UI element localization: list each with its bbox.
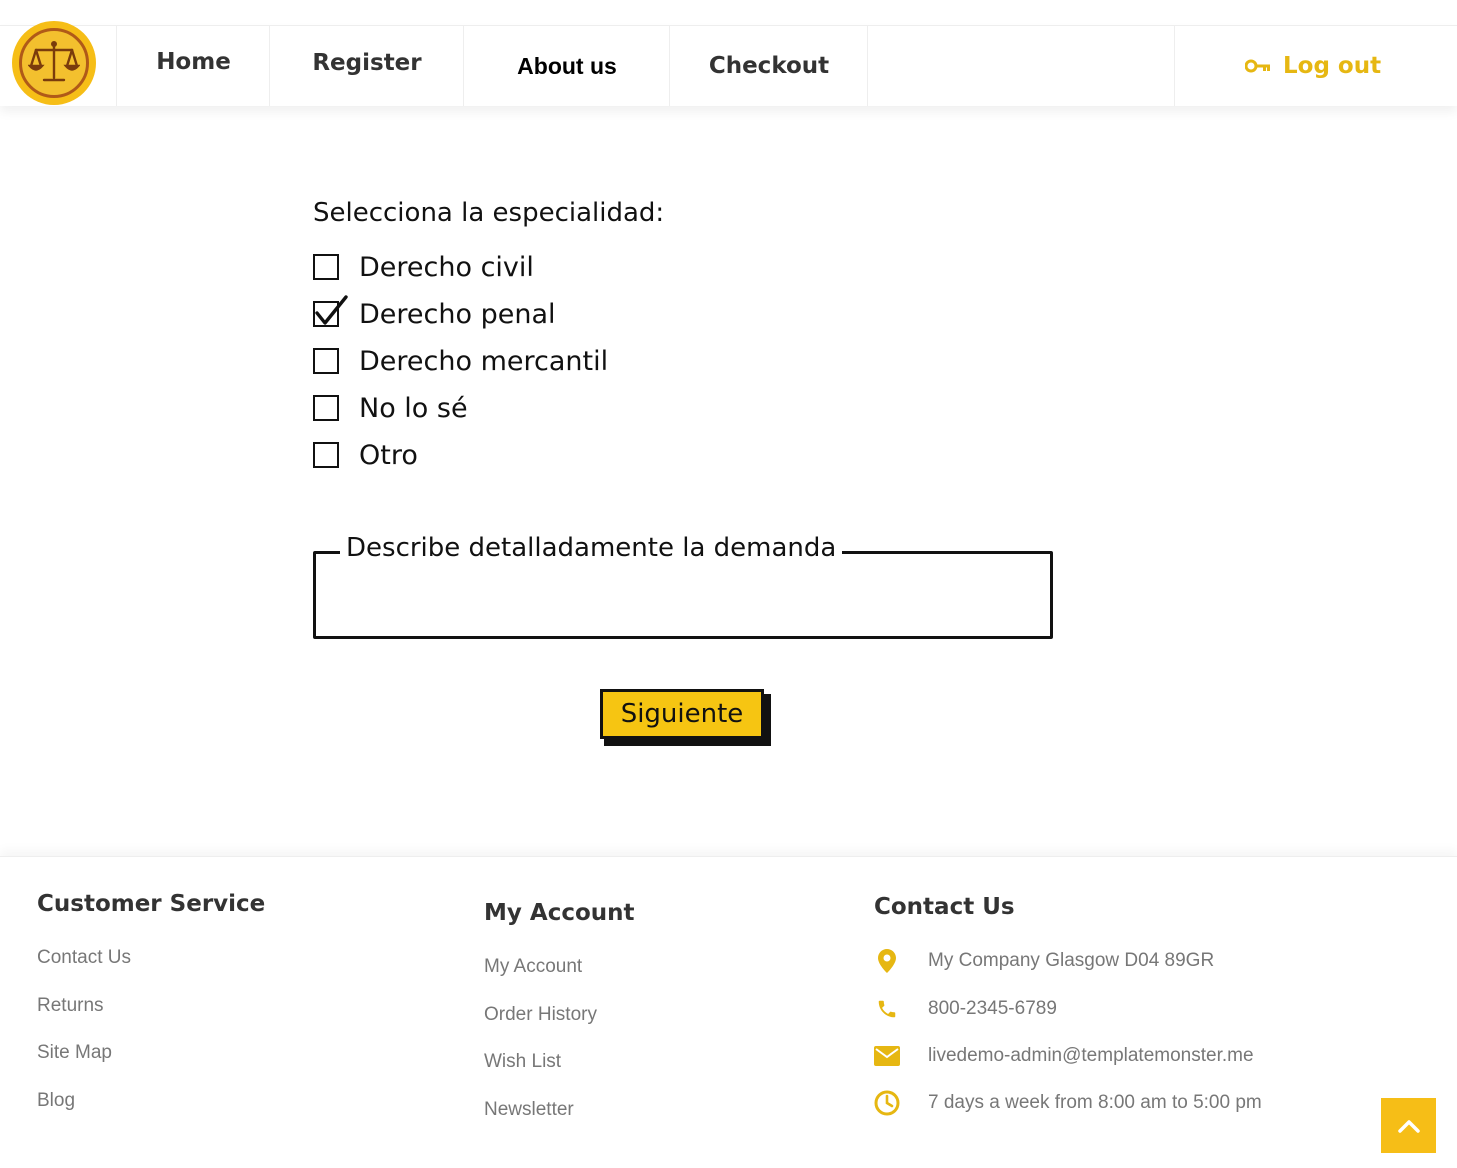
nav-checkout-label: Checkout: [708, 53, 830, 79]
nav-home[interactable]: Home: [116, 26, 270, 106]
nav-about-us-label: About us: [517, 52, 617, 79]
scales-of-justice-icon: [19, 28, 89, 98]
nav-register-label: Register: [312, 50, 422, 76]
option-derecho-civil[interactable]: Derecho civil: [313, 250, 534, 284]
footer-link-returns[interactable]: Returns: [37, 995, 104, 1017]
logout-link[interactable]: Log out: [1174, 26, 1457, 106]
option-otro[interactable]: Otro: [313, 438, 418, 472]
phone-icon: [874, 998, 900, 1020]
contact-phone[interactable]: 800-2345-6789: [874, 995, 1057, 1023]
nav-checkout[interactable]: Checkout: [669, 26, 868, 106]
contact-phone-text: 800-2345-6789: [928, 998, 1057, 1019]
contact-email[interactable]: livedemo-admin@templatemonster.me: [874, 1042, 1254, 1070]
contact-hours: 7 days a week from 8:00 am to 5:00 pm: [874, 1089, 1262, 1117]
nav-register[interactable]: Register: [269, 26, 464, 106]
chevron-up-icon: [1397, 1119, 1420, 1133]
contact-hours-text: 7 days a week from 8:00 am to 5:00 pm: [928, 1092, 1262, 1113]
footer-contact-title: Contact Us: [874, 894, 1015, 920]
footer-link-site-map[interactable]: Site Map: [37, 1042, 112, 1064]
checkbox[interactable]: [313, 254, 339, 280]
option-derecho-penal[interactable]: Derecho penal: [313, 295, 556, 331]
nav-divider: [867, 26, 868, 106]
description-textarea[interactable]: [320, 572, 1050, 636]
footer-link-my-account[interactable]: My Account: [484, 956, 582, 978]
checkbox-checked[interactable]: [313, 295, 348, 327]
footer-link-newsletter[interactable]: Newsletter: [484, 1099, 574, 1121]
footer-link-wish-list[interactable]: Wish List: [484, 1051, 561, 1073]
contact-address-text: My Company Glasgow D04 89GR: [928, 950, 1215, 971]
description-label: Describe detalladamente la demanda: [340, 533, 843, 563]
clock-icon: [874, 1090, 900, 1116]
nav-about-us[interactable]: About us: [463, 26, 670, 106]
nav-home-label: Home: [156, 49, 231, 75]
option-no-lo-se[interactable]: No lo sé: [313, 391, 468, 425]
next-button[interactable]: Siguiente: [600, 689, 764, 739]
option-label: No lo sé: [359, 392, 468, 424]
footer-link-blog[interactable]: Blog: [37, 1090, 75, 1112]
map-pin-icon: [874, 949, 900, 973]
top-navigation-bar: Home Register About us Checkout Log out: [0, 21, 1457, 106]
checkmark-icon: [315, 295, 348, 325]
logout-label: Log out: [1283, 53, 1382, 79]
mail-icon: [874, 1046, 900, 1066]
footer-my-account-title: My Account: [484, 900, 635, 926]
brand-logo[interactable]: [12, 21, 96, 105]
footer-customer-service-title: Customer Service: [37, 891, 266, 917]
option-label: Derecho civil: [359, 251, 534, 283]
scroll-to-top-button[interactable]: [1381, 1098, 1436, 1153]
option-derecho-mercantil[interactable]: Derecho mercantil: [313, 344, 608, 378]
contact-email-text: livedemo-admin@templatemonster.me: [928, 1045, 1254, 1066]
checkbox[interactable]: [313, 442, 339, 468]
contact-address: My Company Glasgow D04 89GR: [874, 947, 1214, 975]
specialty-heading: Selecciona la especialidad:: [313, 198, 665, 228]
option-label: Derecho mercantil: [359, 345, 609, 377]
footer-link-order-history[interactable]: Order History: [484, 1004, 597, 1026]
option-label: Otro: [359, 439, 418, 471]
key-icon: [1245, 59, 1271, 73]
footer-link-contact-us[interactable]: Contact Us: [37, 947, 131, 969]
checkbox[interactable]: [313, 348, 339, 374]
option-label: Derecho penal: [359, 298, 556, 330]
checkbox[interactable]: [313, 395, 339, 421]
